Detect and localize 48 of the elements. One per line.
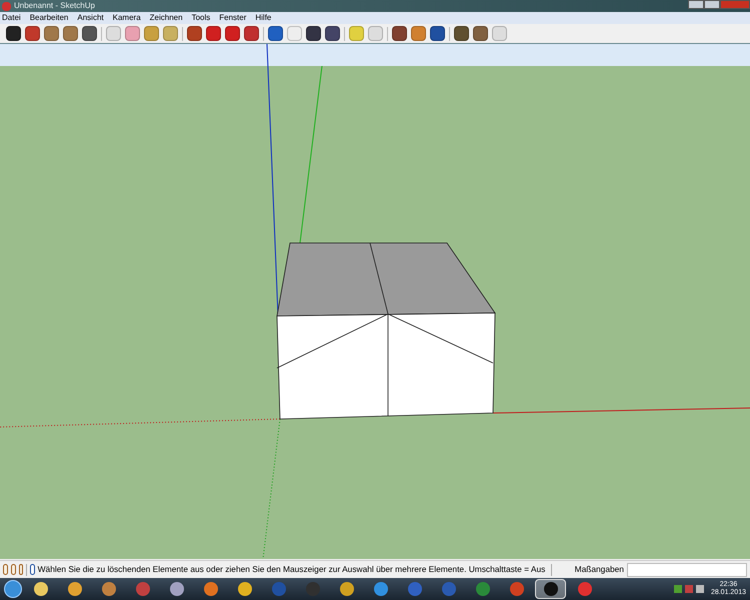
app-icon <box>340 582 354 596</box>
minimize-button[interactable] <box>688 0 704 9</box>
app-icon <box>102 582 116 596</box>
tool-icon[interactable] <box>473 26 488 41</box>
taskbar-button[interactable] <box>535 579 566 599</box>
app-icon <box>238 582 252 596</box>
measurements-label: Maßangaben <box>574 565 624 574</box>
tool-icon[interactable] <box>325 26 340 41</box>
app-icon <box>306 582 320 596</box>
menu-item[interactable]: Datei <box>2 14 21 22</box>
app-icon <box>136 582 150 596</box>
app-icon <box>578 582 592 596</box>
tool-icon[interactable] <box>6 26 21 41</box>
tool-icon[interactable] <box>244 26 259 41</box>
app-icon <box>2 2 11 10</box>
app-icon <box>476 582 490 596</box>
app-icon <box>408 582 422 596</box>
app-icon <box>34 582 48 596</box>
tool-icon[interactable] <box>268 26 283 41</box>
app-icon <box>510 582 524 596</box>
tool-icon[interactable] <box>306 26 321 41</box>
tool-icon[interactable] <box>25 26 40 41</box>
tool-icon[interactable] <box>454 26 469 41</box>
menu-item[interactable]: Ansicht <box>77 14 104 22</box>
tool-icon[interactable] <box>392 26 407 41</box>
menu-item[interactable]: Fenster <box>219 14 246 22</box>
tool-icon[interactable] <box>187 26 202 41</box>
menu-item[interactable]: Hilfe <box>255 14 272 22</box>
tool-icon[interactable] <box>225 26 240 41</box>
start-button[interactable] <box>4 580 22 598</box>
app-icon <box>272 582 286 596</box>
maximize-button[interactable] <box>704 0 720 9</box>
app-icon <box>544 582 558 596</box>
tool-icon[interactable] <box>206 26 221 41</box>
app-icon <box>170 582 184 596</box>
status-message: Wählen Sie die zu löschenden Elemente aus oder ziehen Sie den Mauszeiger zur Auswahl über mehrere Elemente. Umschalttaste = Aus <box>38 565 546 574</box>
menu-item[interactable]: Zeichnen <box>150 14 183 22</box>
app-icon <box>68 582 82 596</box>
window-title: Unbenannt - SketchUp <box>14 2 95 10</box>
app-icon <box>442 582 456 596</box>
tool-icon[interactable] <box>82 26 97 41</box>
app-icon <box>204 582 218 596</box>
app-icon <box>374 582 388 596</box>
measurements-field[interactable] <box>626 562 747 576</box>
menu-item[interactable]: Kamera <box>112 14 141 22</box>
tool-icon[interactable] <box>430 26 445 41</box>
menu-item[interactable]: Tools <box>192 14 210 22</box>
menu-item[interactable]: Bearbeiten <box>30 14 68 22</box>
